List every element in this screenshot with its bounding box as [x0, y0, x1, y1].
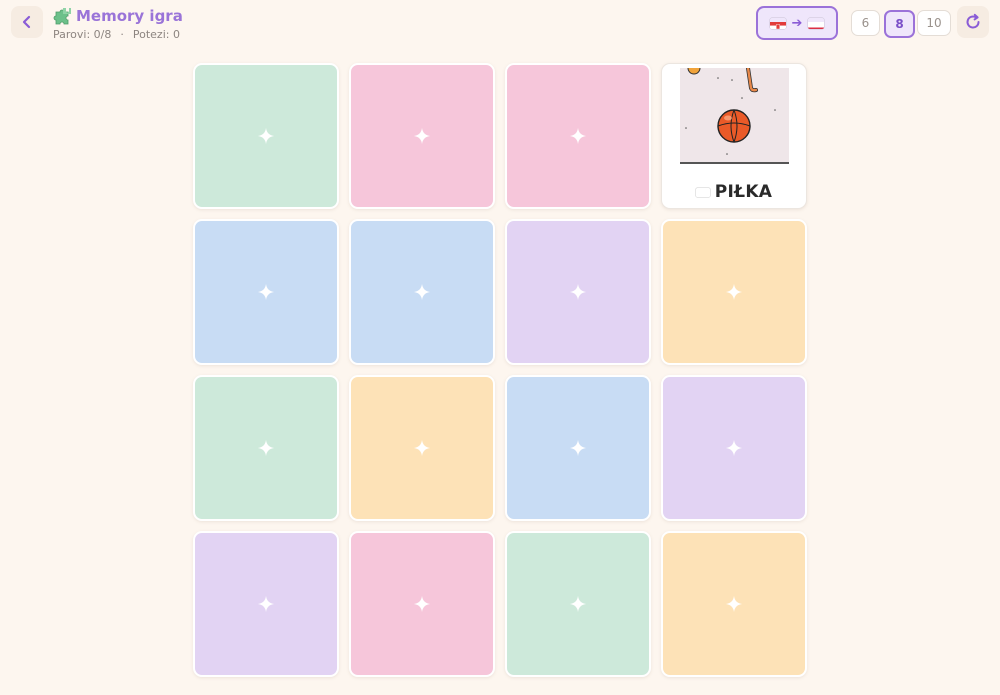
- page-title: Memory igra: [76, 7, 183, 25]
- language-direction-button[interactable]: ➔: [756, 6, 838, 40]
- memory-card-hidden[interactable]: [661, 375, 807, 521]
- stats-separator: ·: [120, 28, 124, 41]
- sparkle-icon: [569, 127, 587, 145]
- memory-card-hidden[interactable]: [661, 531, 807, 677]
- puzzle-piece-icon: [53, 8, 71, 25]
- chevron-left-icon: [22, 15, 31, 29]
- sparkle-icon: [413, 439, 431, 457]
- memory-card-hidden[interactable]: [505, 375, 651, 521]
- pairs-counter: Parovi: 0/8: [53, 28, 112, 41]
- memory-card-hidden[interactable]: [193, 219, 339, 365]
- ball-illustration: [680, 68, 789, 164]
- arrow-right-icon: ➔: [791, 15, 803, 31]
- sparkle-icon: [725, 439, 743, 457]
- poland-flag-icon: [695, 188, 710, 197]
- memory-card-hidden[interactable]: [505, 531, 651, 677]
- croatia-flag-icon: [769, 18, 786, 29]
- moves-counter: Potezi: 0: [132, 28, 180, 41]
- size-option-6[interactable]: 6: [851, 10, 880, 36]
- header-bar: Memory igra Parovi: 0/8 · Potezi: 0 ➔ 6 …: [0, 0, 1000, 44]
- memory-card-hidden[interactable]: [505, 63, 651, 209]
- memory-card-hidden[interactable]: [349, 375, 495, 521]
- memory-card-hidden[interactable]: [505, 219, 651, 365]
- sparkle-icon: [569, 283, 587, 301]
- sparkle-icon: [725, 283, 743, 301]
- memory-card-hidden[interactable]: [349, 531, 495, 677]
- size-option-8[interactable]: 8: [884, 10, 915, 38]
- restart-button[interactable]: [957, 6, 989, 38]
- card-grid: PIŁKA: [193, 63, 807, 677]
- back-button[interactable]: [11, 6, 43, 38]
- size-option-10[interactable]: 10: [917, 10, 951, 36]
- sparkle-icon: [413, 595, 431, 613]
- sparkle-icon: [725, 595, 743, 613]
- memory-card-hidden[interactable]: [193, 531, 339, 677]
- refresh-icon: [966, 13, 980, 29]
- memory-card-revealed[interactable]: PIŁKA: [661, 63, 807, 209]
- memory-card-hidden[interactable]: [661, 219, 807, 365]
- sparkle-icon: [257, 127, 275, 145]
- sparkle-icon: [569, 595, 587, 613]
- memory-card-hidden[interactable]: [193, 375, 339, 521]
- memory-card-hidden[interactable]: [193, 63, 339, 209]
- memory-card-hidden[interactable]: [349, 63, 495, 209]
- game-stats: Parovi: 0/8 · Potezi: 0: [53, 28, 183, 41]
- card-word-row: PIŁKA: [662, 181, 806, 203]
- card-word: PIŁKA: [714, 182, 773, 202]
- sparkle-icon: [257, 595, 275, 613]
- sparkle-icon: [569, 439, 587, 457]
- sparkle-icon: [413, 127, 431, 145]
- memory-card-hidden[interactable]: [349, 219, 495, 365]
- sparkle-icon: [413, 283, 431, 301]
- sparkle-icon: [257, 283, 275, 301]
- poland-flag-icon: [808, 18, 825, 29]
- title-block: Memory igra Parovi: 0/8 · Potezi: 0: [53, 6, 183, 41]
- sparkle-icon: [257, 439, 275, 457]
